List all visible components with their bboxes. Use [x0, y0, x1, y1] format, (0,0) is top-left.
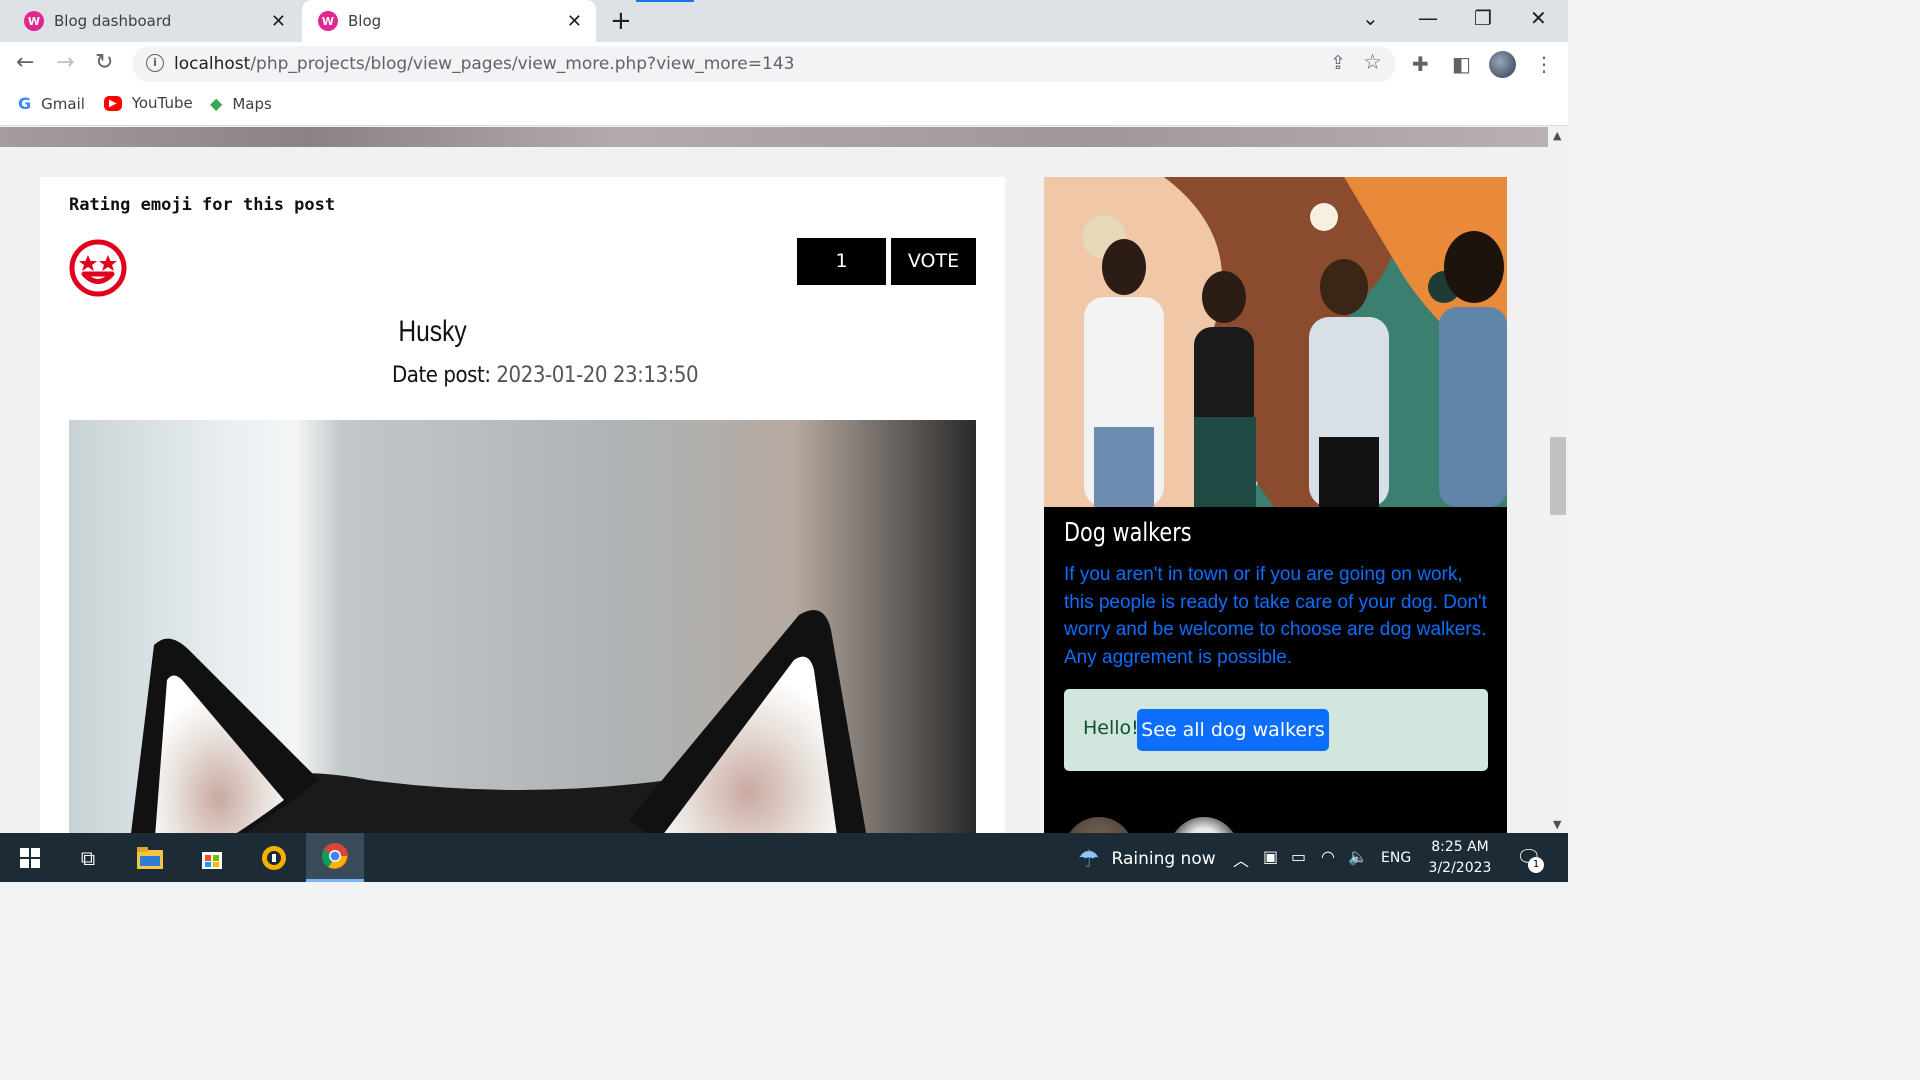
umbrella-rain-icon: ☂ — [1078, 845, 1100, 873]
bookmark-gmail[interactable]: G Gmail — [18, 94, 85, 113]
weather-widget[interactable]: ☂ Raining now — [1078, 845, 1216, 873]
vote-count: 1 — [797, 238, 886, 285]
profile-avatar[interactable] — [1489, 51, 1516, 78]
menu-kebab-icon[interactable]: ⋮ — [1534, 52, 1554, 76]
url-path: /php_projects/blog/view_pages/view_more.… — [250, 54, 795, 74]
address-bar[interactable]: i localhost/php_projects/blog/view_pages… — [132, 46, 1396, 82]
date-label: Date post: — [392, 363, 491, 388]
vote-button[interactable]: VOTE — [891, 238, 976, 285]
wamp-favicon-icon: W — [24, 11, 44, 31]
sidebar-description: If you aren't in town or if you are goin… — [1064, 564, 1487, 668]
windows-start-icon[interactable] — [8, 833, 52, 882]
tab-label: Blog — [348, 12, 382, 30]
youtube-icon: ▶ — [104, 95, 122, 111]
new-tab-plus-icon[interactable]: + — [610, 6, 632, 36]
bookmark-label: Maps — [232, 94, 272, 113]
scroll-up-arrow-icon[interactable]: ▲ — [1553, 129, 1561, 142]
sidebar-title: Dog walkers — [1064, 518, 1192, 548]
url-host: localhost — [174, 54, 251, 74]
page-scrollbar[interactable]: ▲ ▼ — [1548, 127, 1568, 833]
bookmark-youtube[interactable]: ▶ YouTube — [104, 94, 193, 112]
clock-time: 8:25 AM — [1431, 839, 1489, 855]
extensions-puzzle-icon[interactable]: ✚ — [1412, 52, 1429, 76]
friends-mural-photo — [1044, 177, 1507, 507]
post-date: Date post: 2023-01-20 23:13:50 — [392, 363, 699, 388]
sidebar-card: Dog walkers If you aren't in town or if … — [1044, 177, 1507, 833]
language-indicator[interactable]: ENG — [1381, 850, 1411, 866]
post-title: Husky — [398, 315, 467, 348]
bookmark-label: YouTube — [131, 94, 193, 112]
windows-taskbar: ⧉ ☂ Raining now ︿ ▣ ▭ ◠ 🔈 ENG 8:25 AM 3/… — [0, 833, 1568, 882]
url-text[interactable]: localhost/php_projects/blog/view_pages/v… — [174, 54, 794, 74]
notification-center-icon[interactable]: 🗨 1 — [1516, 845, 1544, 873]
volume-icon[interactable]: 🔈 — [1348, 847, 1368, 866]
notification-badge: 1 — [1528, 857, 1544, 873]
see-all-dog-walkers-button[interactable]: See all dog walkers — [1137, 709, 1329, 751]
alert-hello-text: Hello! — [1083, 717, 1139, 739]
window-close-icon[interactable]: ✕ — [1530, 6, 1547, 30]
microsoft-store-icon[interactable] — [190, 833, 234, 882]
success-alert: Hello! See all dog walkers — [1064, 689, 1488, 771]
wamp-favicon-icon: W — [318, 11, 338, 31]
back-arrow-icon[interactable]: ← — [16, 50, 34, 75]
maps-pin-icon: ◆ — [210, 94, 223, 113]
restore-icon[interactable]: ❐ — [1474, 6, 1492, 30]
page-viewport: Rating emoji for this post 1 VOTE Husky … — [0, 127, 1548, 833]
site-info-icon[interactable]: i — [146, 54, 164, 72]
header-image-strip — [0, 127, 1548, 147]
bookmark-star-icon[interactable]: ☆ — [1363, 50, 1382, 74]
battery-icon[interactable]: ▭ — [1291, 847, 1306, 866]
star-struck-emoji-icon[interactable] — [69, 239, 127, 297]
wifi-icon[interactable]: ◠ — [1321, 847, 1335, 866]
date-value: 2023-01-20 23:13:50 — [496, 363, 699, 388]
close-icon[interactable]: ✕ — [271, 11, 286, 32]
bookmarks-bar: G Gmail ▶ YouTube ◆ Maps — [0, 86, 1568, 126]
file-explorer-icon[interactable] — [128, 833, 172, 882]
norton-vpn-icon[interactable] — [252, 833, 296, 882]
loading-indicator — [636, 0, 694, 2]
weather-text: Raining now — [1111, 849, 1216, 869]
task-view-icon[interactable]: ⧉ — [66, 833, 110, 882]
close-icon[interactable]: ✕ — [567, 11, 582, 32]
side-panel-icon[interactable]: ◧ — [1452, 52, 1471, 76]
tray-chevron-icon[interactable]: ︿ — [1233, 847, 1249, 871]
tab-blog-dashboard[interactable]: W Blog dashboard ✕ — [0, 0, 300, 42]
minimize-icon[interactable]: — — [1418, 6, 1438, 30]
tab-search-chevron-icon[interactable]: ⌄ — [1362, 6, 1379, 30]
walker-avatar[interactable] — [1064, 817, 1134, 833]
clock-date: 3/2/2023 — [1428, 860, 1492, 876]
forward-arrow-icon[interactable]: → — [56, 50, 74, 75]
husky-photo — [69, 420, 976, 833]
bookmark-maps[interactable]: ◆ Maps — [210, 94, 272, 113]
rating-title: Rating emoji for this post — [69, 195, 336, 215]
browser-toolbar: ← → ↻ i localhost/php_projects/blog/view… — [0, 42, 1568, 86]
walker-avatar[interactable] — [1169, 817, 1239, 833]
google-g-icon: G — [18, 94, 32, 113]
chrome-taskbar-icon[interactable] — [306, 833, 364, 882]
reload-icon[interactable]: ↻ — [95, 50, 113, 75]
share-icon[interactable]: ⇪ — [1330, 52, 1346, 74]
tab-strip: W Blog dashboard ✕ W Blog ✕ + ⌄ — ❐ ✕ — [0, 0, 1568, 42]
scroll-down-arrow-icon[interactable]: ▼ — [1553, 818, 1561, 831]
post-card: Rating emoji for this post 1 VOTE Husky … — [40, 177, 1005, 833]
system-clock[interactable]: 8:25 AM 3/2/2023 — [1420, 837, 1500, 879]
tab-blog[interactable]: W Blog ✕ — [302, 0, 596, 42]
tab-label: Blog dashboard — [54, 12, 172, 30]
meet-now-icon[interactable]: ▣ — [1263, 847, 1278, 866]
scrollbar-thumb[interactable] — [1550, 437, 1566, 515]
bookmark-label: Gmail — [41, 94, 85, 113]
